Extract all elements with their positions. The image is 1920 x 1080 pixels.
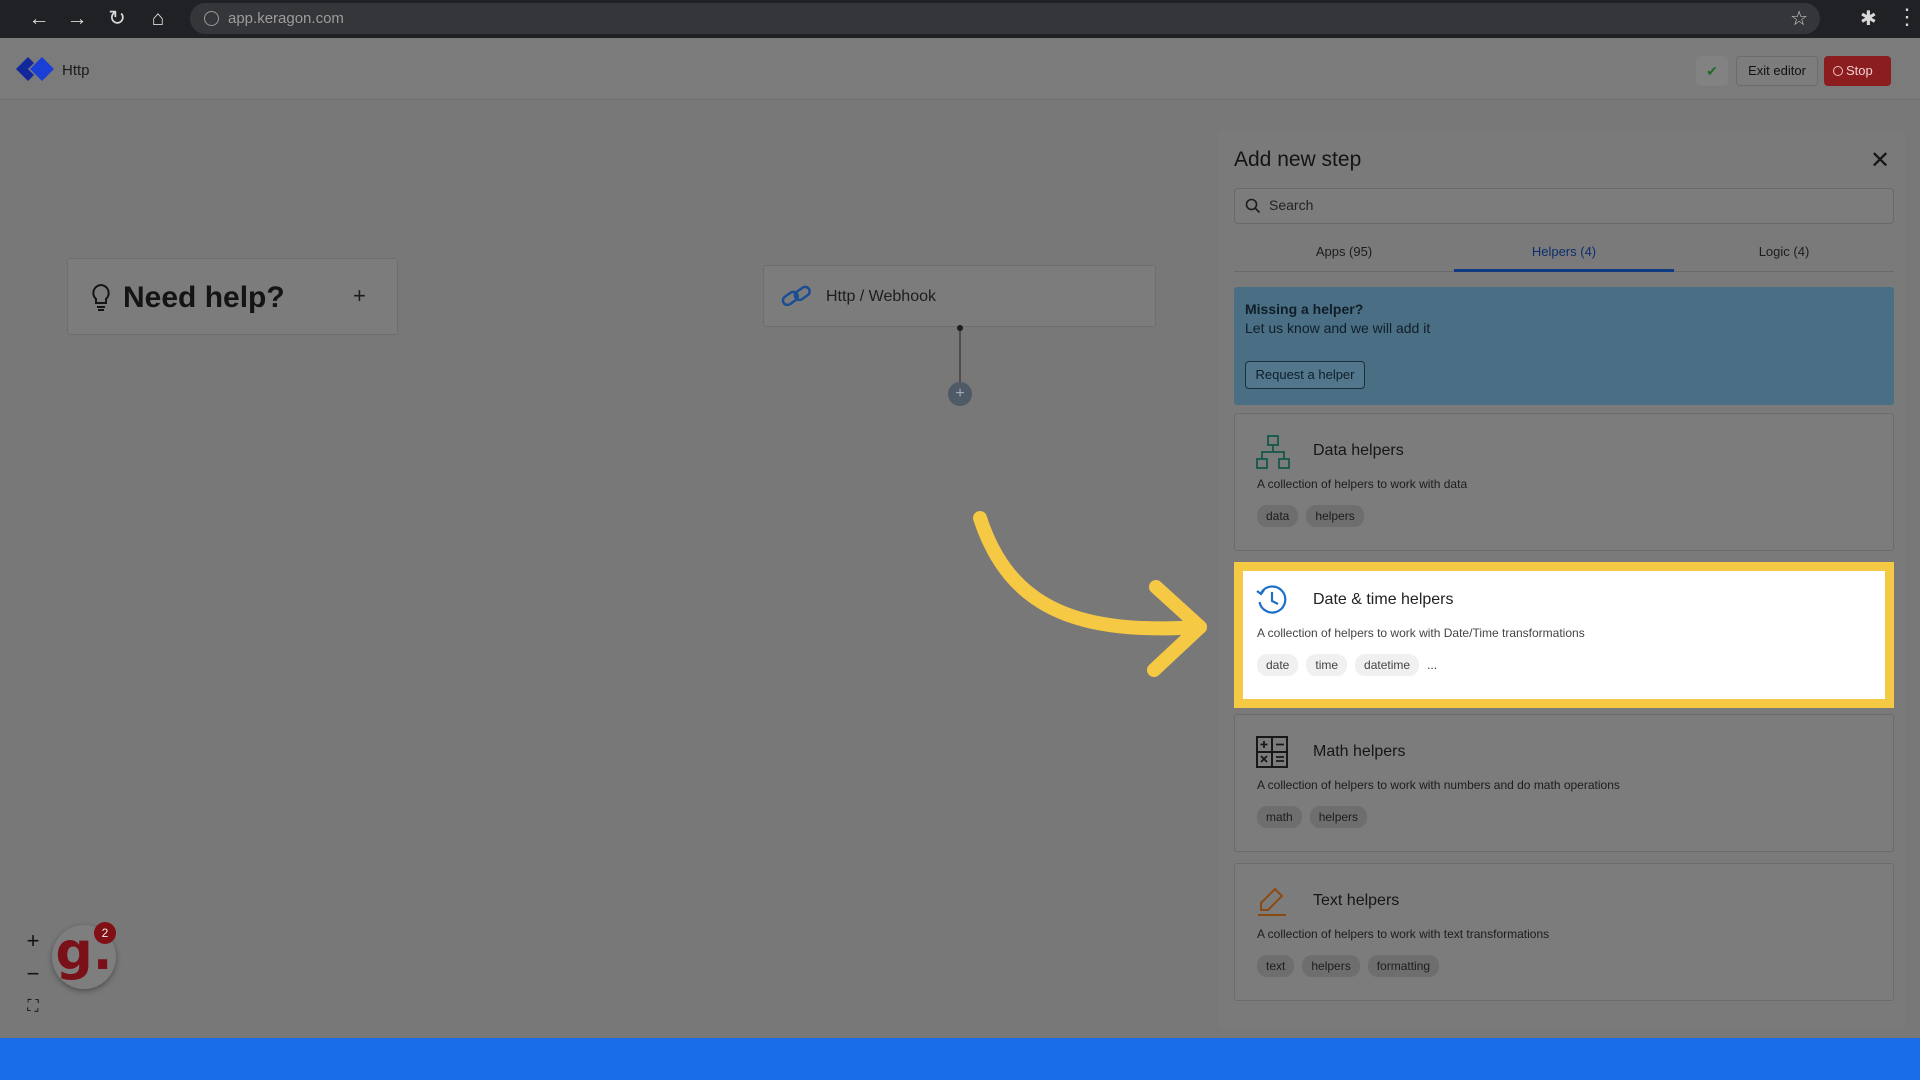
- tab-helpers[interactable]: Helpers (4): [1454, 244, 1674, 272]
- home-icon[interactable]: ⌂: [145, 6, 171, 32]
- helper-description: A collection of helpers to work with Dat…: [1257, 626, 1585, 640]
- tag: time: [1306, 654, 1348, 676]
- lightbulb-icon: [92, 283, 110, 311]
- tag: data: [1257, 505, 1299, 527]
- link-icon: [781, 285, 811, 307]
- connector-line: [959, 331, 961, 383]
- address-bar[interactable]: app.keragon.com ☆: [190, 3, 1820, 34]
- helper-tags: data helpers: [1257, 505, 1364, 527]
- keragon-logo[interactable]: [14, 54, 54, 84]
- notification-badge: 2: [94, 922, 116, 944]
- stop-icon: [1833, 66, 1843, 76]
- tag: datetime: [1355, 654, 1420, 676]
- tag: formatting: [1367, 955, 1440, 977]
- helper-title: Math helpers: [1313, 743, 1406, 760]
- tab-apps[interactable]: Apps (95): [1234, 244, 1454, 272]
- helper-card-data[interactable]: Data helpers A collection of helpers to …: [1234, 413, 1894, 551]
- zoom-in-button[interactable]: +: [18, 924, 48, 957]
- tag: text: [1257, 955, 1295, 977]
- missing-helper-title: Missing a helper?: [1245, 301, 1364, 317]
- stop-button[interactable]: Stop: [1824, 56, 1891, 86]
- expand-help-icon[interactable]: +: [353, 283, 366, 309]
- more-tags: ...: [1427, 658, 1438, 672]
- star-icon[interactable]: ☆: [1790, 6, 1808, 31]
- search-field[interactable]: [1234, 188, 1894, 224]
- app-header: Http ✔ Exit editor Stop: [0, 38, 1920, 100]
- helper-card-date-time[interactable]: Date & time helpers A collection of help…: [1234, 562, 1894, 708]
- forward-arrow-icon[interactable]: →: [64, 6, 90, 32]
- tag: helpers: [1306, 505, 1364, 527]
- zoom-out-button[interactable]: −: [18, 957, 48, 990]
- helper-description: A collection of helpers to work with num…: [1257, 778, 1620, 792]
- search-icon: [1245, 198, 1261, 214]
- check-icon[interactable]: ✔: [1696, 56, 1728, 86]
- clock-icon: [1256, 585, 1287, 614]
- browser-toolbar: ← → ↻ ⌂ app.keragon.com ☆ ✱ ⋮: [0, 0, 1920, 38]
- fit-view-button[interactable]: ⛶: [18, 990, 48, 1023]
- missing-helper-banner: Missing a helper? Let us know and we wil…: [1234, 287, 1894, 405]
- missing-helper-text: Let us know and we will add it: [1245, 320, 1431, 336]
- helper-tags: math helpers: [1257, 806, 1368, 828]
- tab-logic[interactable]: Logic (4): [1674, 244, 1894, 272]
- back-arrow-icon[interactable]: ←: [26, 6, 52, 32]
- helper-tags: date time datetime ...: [1257, 654, 1437, 676]
- stop-label: Stop: [1846, 63, 1873, 78]
- flow-name: Http: [62, 62, 90, 79]
- exit-editor-button[interactable]: Exit editor: [1736, 56, 1818, 86]
- calculator-icon: [1256, 736, 1288, 768]
- helper-tabs: Apps (95) Helpers (4) Logic (4): [1234, 240, 1894, 272]
- request-helper-button[interactable]: Request a helper: [1245, 361, 1365, 389]
- helper-card-math[interactable]: Math helpers A collection of helpers to …: [1234, 714, 1894, 852]
- helper-card-text[interactable]: Text helpers A collection of helpers to …: [1234, 863, 1894, 1001]
- globe-icon: [204, 11, 219, 26]
- trigger-node[interactable]: Http / Webhook: [763, 265, 1156, 327]
- puzzle-icon[interactable]: ✱: [1860, 6, 1877, 31]
- helper-title: Text helpers: [1313, 892, 1400, 909]
- helper-description: A collection of helpers to work with dat…: [1257, 477, 1468, 491]
- search-input[interactable]: [1269, 197, 1869, 213]
- helper-title: Date & time helpers: [1313, 591, 1454, 608]
- tag: helpers: [1309, 806, 1368, 828]
- bottom-bar: [0, 1038, 1920, 1080]
- tag: helpers: [1302, 955, 1360, 977]
- kebab-menu-icon[interactable]: ⋮: [1896, 4, 1918, 30]
- need-help-card[interactable]: Need help? +: [67, 258, 398, 335]
- url-text: app.keragon.com: [228, 10, 344, 27]
- tag: date: [1257, 654, 1299, 676]
- network-icon: [1256, 435, 1290, 469]
- helper-tags: text helpers formatting: [1257, 955, 1440, 977]
- panel-title: Add new step: [1234, 148, 1362, 171]
- zoom-controls: + − ⛶: [18, 924, 48, 1024]
- guide-arrow-icon: [973, 511, 1207, 677]
- tag: math: [1257, 806, 1302, 828]
- need-help-title: Need help?: [123, 281, 285, 314]
- helper-title: Data helpers: [1313, 442, 1404, 459]
- add-step-button[interactable]: +: [948, 382, 972, 406]
- add-step-panel: Add new step ✕ Apps (95) Helpers (4) Log…: [1218, 130, 1906, 1028]
- helper-description: A collection of helpers to work with tex…: [1257, 927, 1550, 941]
- trigger-label: Http / Webhook: [826, 288, 936, 305]
- reload-icon[interactable]: ↻: [104, 6, 130, 32]
- pencil-icon: [1258, 887, 1286, 916]
- close-icon[interactable]: ✕: [1870, 146, 1890, 175]
